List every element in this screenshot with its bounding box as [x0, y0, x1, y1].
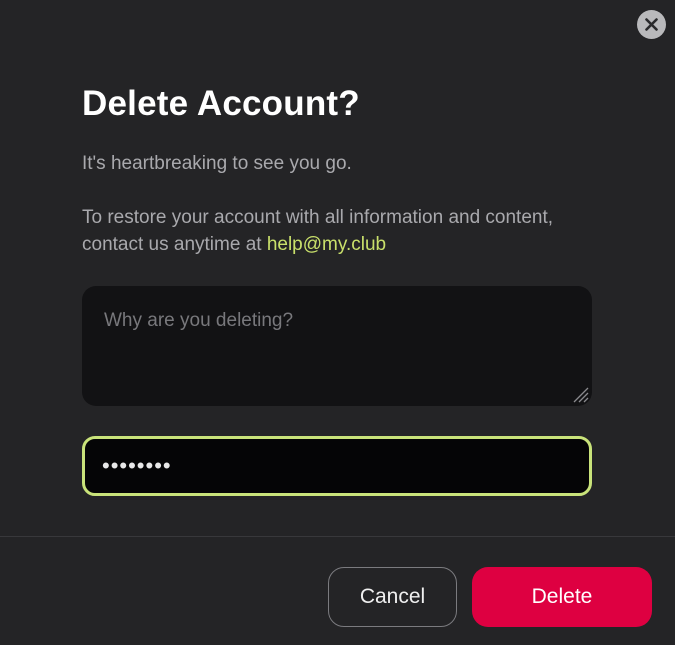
- close-icon: [645, 18, 658, 31]
- restore-info: To restore your account with all informa…: [82, 204, 602, 258]
- delete-account-dialog: Delete Account? It's heartbreaking to se…: [0, 0, 675, 645]
- support-email-link[interactable]: help@my.club: [267, 234, 386, 255]
- cancel-button[interactable]: Cancel: [328, 567, 457, 627]
- resize-handle-icon[interactable]: [568, 382, 590, 404]
- deletion-reason-textarea[interactable]: [82, 286, 592, 406]
- footer-divider: [0, 536, 675, 537]
- delete-button[interactable]: Delete: [472, 567, 652, 627]
- dialog-subtitle: It's heartbreaking to see you go.: [82, 153, 352, 174]
- close-button[interactable]: [637, 10, 666, 39]
- password-field[interactable]: [82, 436, 592, 496]
- dialog-title: Delete Account?: [82, 84, 360, 123]
